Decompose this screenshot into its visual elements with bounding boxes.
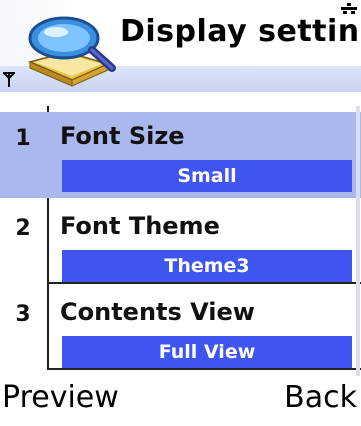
battery-indicator-icon xyxy=(341,3,357,14)
list-item-value[interactable]: Theme3 xyxy=(62,250,352,282)
list-separator xyxy=(47,368,361,370)
page-title: Display setting xyxy=(120,14,361,49)
list-item-font-size[interactable]: 1 Font Size Small xyxy=(0,112,361,198)
signal-antenna-icon xyxy=(3,72,15,87)
list-item-value[interactable]: Full View xyxy=(62,336,352,368)
scrollbar[interactable] xyxy=(356,106,360,376)
list-item-label: Font Size xyxy=(60,122,185,150)
list-item-font-theme[interactable]: 2 Font Theme Theme3 xyxy=(0,198,361,284)
list-item-number: 2 xyxy=(15,216,31,241)
list-item-number: 3 xyxy=(15,302,31,327)
list-item-number: 1 xyxy=(15,126,31,151)
list-item-value[interactable]: Small xyxy=(62,160,352,192)
settings-list: 1 Font Size Small 2 Font Theme Theme3 3 … xyxy=(0,106,361,376)
list-item-label: Font Theme xyxy=(60,212,220,240)
phone-screen: Display setting 1 Font Size Small 2 Font… xyxy=(0,0,361,426)
softkey-bar: Preview Back xyxy=(0,380,361,426)
magnifier-folder-icon xyxy=(27,16,116,87)
list-item-label: Contents View xyxy=(60,298,255,326)
list-item-contents-view[interactable]: 3 Contents View Full View xyxy=(0,284,361,370)
back-softkey[interactable]: Back xyxy=(284,380,357,415)
preview-softkey[interactable]: Preview xyxy=(2,380,119,415)
title-bar: Display setting xyxy=(0,0,361,92)
